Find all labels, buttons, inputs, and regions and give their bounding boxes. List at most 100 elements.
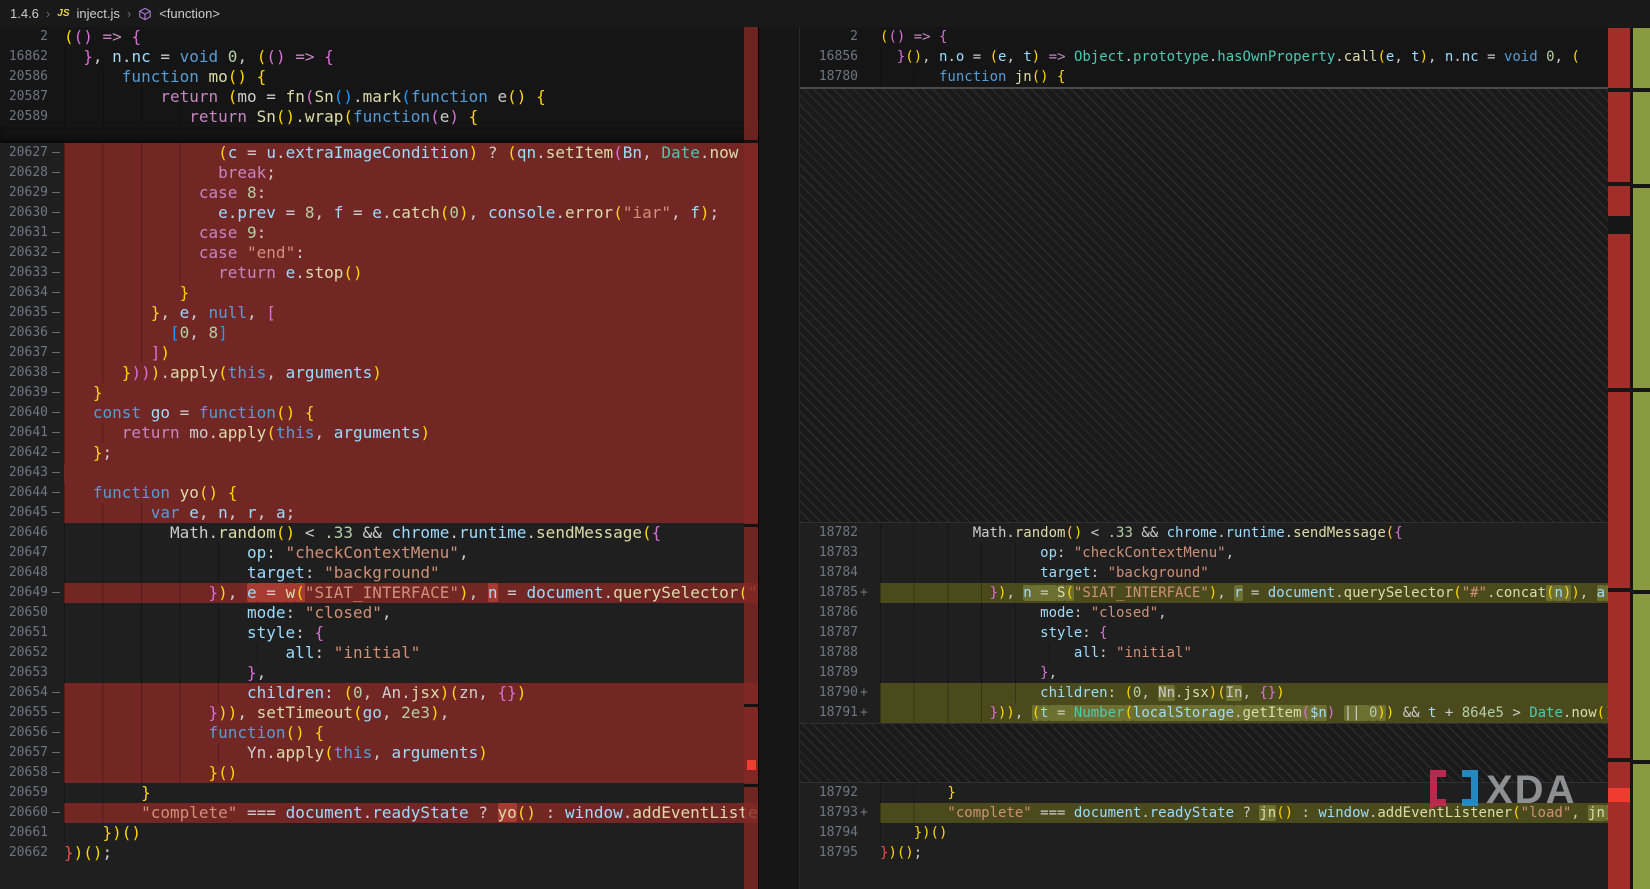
syntax-token: yo	[180, 483, 199, 502]
syntax-token: "end"	[247, 243, 295, 262]
syntax-token: setTimeout	[257, 703, 353, 722]
syntax-token: }	[93, 383, 103, 402]
gutter: 18780	[800, 67, 880, 87]
code-text[interactable]: children: (0, Nn.jsx)(In, {})	[880, 683, 1650, 703]
code-text[interactable]: })()	[880, 823, 1650, 843]
code-text[interactable]: return (mo = fn(Sn().mark(function e() {	[64, 87, 758, 107]
code-text[interactable]: target: "background"	[64, 563, 758, 583]
code-text[interactable]: ])	[64, 343, 758, 363]
code-text[interactable]: }()	[64, 763, 758, 783]
syntax-token: mo	[209, 67, 228, 86]
code-text[interactable]: return Sn().wrap(function(e) {	[64, 107, 758, 127]
code-text[interactable]	[64, 463, 758, 483]
code-line: 18790+children: (0, Nn.jsx)(In, {})	[800, 683, 1650, 703]
code-text[interactable]: e.prev = 8, f = e.catch(0), console.erro…	[64, 203, 758, 223]
collapsed-region-band[interactable]	[0, 127, 758, 143]
code-text[interactable]: (() => {	[880, 27, 1650, 47]
breadcrumb-version[interactable]: 1.4.6	[10, 6, 39, 21]
syntax-token: ))	[131, 363, 150, 382]
code-text[interactable]: case 9:	[64, 223, 758, 243]
code-text[interactable]: case "end":	[64, 243, 758, 263]
code-text[interactable]: op: "checkContextMenu",	[880, 543, 1650, 563]
syntax-token: )	[372, 363, 382, 382]
syntax-token: ;	[914, 845, 922, 861]
syntax-token: :	[295, 243, 305, 262]
code-text[interactable]: return e.stop()	[64, 263, 758, 283]
breadcrumb-symbol[interactable]: <function>	[159, 6, 220, 21]
code-text[interactable]: (() => {	[64, 27, 758, 47]
syntax-token: document	[526, 583, 603, 602]
code-text[interactable]: var e, n, r, a;	[64, 503, 758, 523]
code-text[interactable]: mode: "closed",	[880, 603, 1650, 623]
code-text[interactable]: style: {	[64, 623, 758, 643]
diff-modified-editor[interactable]: 2(() => {16856}(), n.o = (e, t) => Objec…	[800, 27, 1650, 889]
code-text[interactable]: break;	[64, 163, 758, 183]
line-number: 18790	[800, 683, 858, 703]
code-text[interactable]: }, e, null, [	[64, 303, 758, 323]
syntax-token: .	[1335, 49, 1343, 65]
syntax-token: e	[498, 87, 508, 106]
diff-sign	[858, 67, 880, 87]
gutter: 18793+	[800, 803, 880, 823]
code-text[interactable]: })();	[880, 843, 1650, 863]
syntax-token: "initial"	[334, 643, 421, 662]
code-text[interactable]: }	[64, 383, 758, 403]
overview-ruler-left[interactable]	[744, 27, 758, 889]
syntax-token: )	[218, 583, 228, 602]
code-text[interactable]: };	[64, 443, 758, 463]
syntax-token: ()	[888, 29, 905, 45]
code-text[interactable]: })()	[64, 823, 758, 843]
code-text[interactable]: Math.random() < .33 && chrome.runtime.se…	[880, 523, 1650, 543]
code-text[interactable]: function jn() {	[880, 67, 1650, 87]
syntax-token: return	[189, 107, 247, 126]
line-number: 20648	[0, 563, 48, 583]
code-text[interactable]: (c = u.extraImageCondition) ? (qn.setIte…	[64, 143, 758, 163]
code-text[interactable]: }), e = w("SIAT_INTERFACE"), n = documen…	[64, 583, 758, 603]
code-text[interactable]: case 8:	[64, 183, 758, 203]
code-text[interactable]: "complete" === document.readyState ? yo(…	[64, 803, 758, 823]
code-text[interactable]: Yn.apply(this, arguments)	[64, 743, 758, 763]
syntax-token: {	[536, 87, 546, 106]
syntax-token: yo	[498, 803, 517, 822]
code-text[interactable]: },	[64, 663, 758, 683]
diff-original-editor[interactable]: 2(() => {16862}, n.nc = void 0, (() => {…	[0, 27, 758, 889]
code-text[interactable]: })();	[64, 843, 758, 863]
syntax-token: fn	[286, 87, 305, 106]
code-text[interactable]: all: "initial"	[64, 643, 758, 663]
code-text[interactable]: style: {	[880, 623, 1650, 643]
syntax-token: .	[1141, 805, 1149, 821]
code-text[interactable]: children: (0, An.jsx)(zn, {})	[64, 683, 758, 703]
code-text[interactable]: }))).apply(this, arguments)	[64, 363, 758, 383]
syntax-token: =	[1049, 705, 1074, 721]
code-text[interactable]: },	[880, 663, 1650, 683]
code-text[interactable]: mode: "closed",	[64, 603, 758, 623]
line-number: 20652	[0, 643, 48, 663]
code-text[interactable]: }(), n.o = (e, t) => Object.prototype.ha…	[880, 47, 1650, 67]
breadcrumb-filename[interactable]: inject.js	[77, 6, 120, 21]
code-text[interactable]: target: "background"	[880, 563, 1650, 583]
code-text[interactable]: }	[64, 783, 758, 803]
code-text[interactable]: all: "initial"	[880, 643, 1650, 663]
code-text[interactable]: op: "checkContextMenu",	[64, 543, 758, 563]
syntax-token: .	[208, 523, 218, 542]
code-text[interactable]: })), setTimeout(go, 2e3),	[64, 703, 758, 723]
code-text[interactable]: const go = function() {	[64, 403, 758, 423]
syntax-token: r	[1234, 585, 1242, 601]
editor-sash[interactable]	[758, 27, 800, 889]
code-text[interactable]: function() {	[64, 723, 758, 743]
code-text[interactable]: function yo() {	[64, 483, 758, 503]
overview-ruler-right[interactable]	[1608, 27, 1650, 889]
code-line: 18783op: "checkContextMenu",	[800, 543, 1650, 563]
code-text[interactable]: })), (t = Number(localStorage.getItem($n…	[880, 703, 1650, 723]
code-text[interactable]: [0, 8]	[64, 323, 758, 343]
code-text[interactable]: return mo.apply(this, arguments)	[64, 423, 758, 443]
code-text[interactable]: Math.random() < .33 && chrome.runtime.se…	[64, 523, 758, 543]
syntax-token: &&	[1133, 525, 1167, 541]
syntax-token: nc	[131, 47, 150, 66]
syntax-token: ,	[189, 323, 208, 342]
code-text[interactable]: }), n = S("SIAT_INTERFACE"), r = documen…	[880, 583, 1650, 603]
syntax-token: ))	[218, 703, 237, 722]
code-text[interactable]: }, n.nc = void 0, (() => {	[64, 47, 758, 67]
code-text[interactable]: function mo() {	[64, 67, 758, 87]
code-text[interactable]: }	[64, 283, 758, 303]
